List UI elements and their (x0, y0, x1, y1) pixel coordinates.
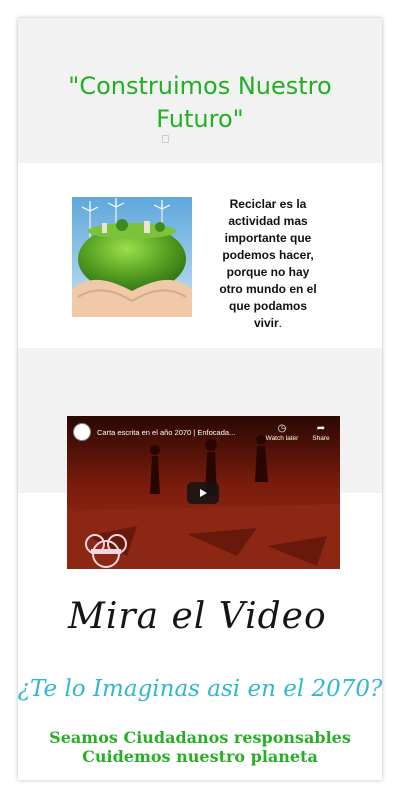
closing-line-2: Cuidemos nuestro planeta (82, 747, 318, 766)
play-icon (200, 489, 207, 497)
placeholder-glyph (162, 135, 169, 143)
recycle-message-text: Reciclar es la actividad mas importante … (219, 197, 317, 330)
page-title: "Construimos Nuestro Futuro" (68, 72, 332, 133)
watch-later-button[interactable]: ◷ Watch later (263, 423, 301, 443)
content-card: "Construimos Nuestro Futuro" Reciclar es… (18, 18, 382, 780)
watch-video-heading: Mira el Video (68, 596, 327, 637)
globe-illustration (72, 197, 192, 317)
play-button[interactable] (187, 482, 219, 504)
clock-icon: ◷ (277, 423, 287, 434)
hero-section: "Construimos Nuestro Futuro" (18, 18, 382, 163)
recycle-message-period: . (278, 316, 283, 330)
share-label: Share (312, 435, 330, 442)
closing-line-1: Seamos Ciudadanos responsables (49, 728, 351, 747)
closing-message: Seamos Ciudadanos responsables Cuidemos … (18, 728, 382, 766)
share-arrow-icon: ➦ (316, 423, 326, 434)
share-button[interactable]: ➦ Share (309, 423, 333, 443)
recycle-message: Reciclar es la actividad mas importante … (216, 196, 320, 332)
video-title[interactable]: Carta escrita en el año 2070 | Enfocada.… (97, 428, 257, 437)
globe-in-hands-image (72, 197, 192, 317)
embedded-video-player[interactable]: Carta escrita en el año 2070 | Enfocada.… (67, 416, 340, 569)
watch-later-label: Watch later (265, 435, 299, 442)
imagine-heading: ¿Te lo Imaginas asi en el 2070? (17, 676, 383, 702)
channel-avatar[interactable] (73, 423, 91, 441)
